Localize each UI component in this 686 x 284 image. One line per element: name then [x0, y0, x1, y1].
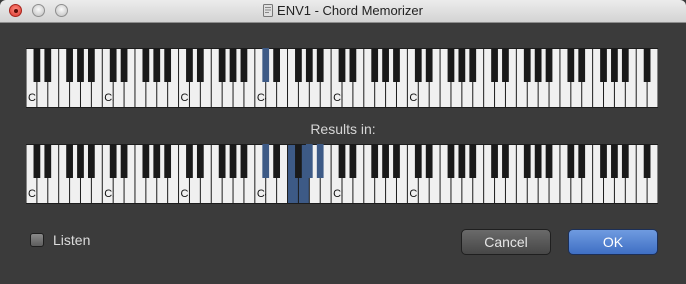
result-black-key-f-sharp6[interactable]	[447, 144, 455, 178]
source-black-key-d-sharp4[interactable]	[273, 48, 280, 82]
source-black-key-f-sharp5[interactable]	[371, 48, 379, 82]
result-black-key-f-sharp1[interactable]	[66, 144, 73, 178]
source-black-key-c-sharp5[interactable]	[338, 48, 346, 82]
source-black-key-c-sharp2[interactable]	[109, 48, 117, 82]
source-chord-keyboard[interactable]: C1 C2 C3 C4 C5 C6	[26, 48, 658, 108]
result-chord-keyboard[interactable]: C1 C2 C3 C4 C5 C6	[26, 144, 658, 204]
result-black-key-g-sharp8[interactable]	[611, 144, 618, 178]
result-black-key-d-sharp1[interactable]	[44, 144, 52, 178]
source-black-key-c-sharp9[interactable]	[643, 48, 651, 82]
source-black-key-g-sharp4[interactable]	[305, 48, 313, 82]
result-black-key-d-sharp6[interactable]	[425, 144, 433, 178]
source-black-key-f-sharp3[interactable]	[218, 48, 226, 82]
result-black-key-f-sharp3[interactable]	[218, 144, 226, 178]
result-black-key-d-sharp8[interactable]	[578, 144, 586, 178]
result-black-key-a-sharp2[interactable]	[164, 144, 172, 178]
result-black-key-c-sharp4[interactable]	[262, 144, 270, 178]
source-black-key-g-sharp3[interactable]	[229, 48, 237, 82]
source-black-key-f-sharp4[interactable]	[295, 48, 302, 82]
result-black-key-c-sharp2[interactable]	[109, 144, 117, 178]
result-black-key-c-sharp8[interactable]	[567, 144, 575, 178]
source-black-key-f-sharp1[interactable]	[66, 48, 73, 82]
source-black-key-a-sharp4[interactable]	[316, 48, 324, 82]
source-black-key-g-sharp2[interactable]	[153, 48, 161, 82]
result-black-key-f-sharp7[interactable]	[523, 144, 531, 178]
result-black-key-d-sharp4[interactable]	[273, 144, 280, 178]
source-black-key-a-sharp2[interactable]	[164, 48, 172, 82]
source-black-key-c-sharp1[interactable]	[33, 48, 41, 82]
window-title: ENV1 - Chord Memorizer	[277, 3, 423, 18]
title-bar: ENV1 - Chord Memorizer	[0, 0, 686, 23]
result-black-key-g-sharp3[interactable]	[229, 144, 237, 178]
result-black-key-g-sharp1[interactable]	[77, 144, 84, 178]
source-black-key-d-sharp7[interactable]	[502, 48, 509, 82]
source-black-key-c-sharp8[interactable]	[567, 48, 575, 82]
result-black-key-d-sharp5[interactable]	[349, 144, 357, 178]
result-black-key-d-sharp3[interactable]	[196, 144, 204, 178]
result-black-key-f-sharp8[interactable]	[600, 144, 607, 178]
source-black-key-g-sharp8[interactable]	[611, 48, 618, 82]
result-black-key-f-sharp4[interactable]	[295, 144, 302, 178]
result-black-key-c-sharp3[interactable]	[186, 144, 193, 178]
result-black-key-c-sharp7[interactable]	[491, 144, 498, 178]
listen-control[interactable]: Listen	[30, 232, 90, 248]
result-black-key-f-sharp2[interactable]	[142, 144, 150, 178]
listen-label: Listen	[53, 232, 91, 248]
document-icon	[263, 4, 274, 17]
source-black-key-c-sharp7[interactable]	[491, 48, 498, 82]
source-black-key-a-sharp7[interactable]	[545, 48, 553, 82]
source-black-key-f-sharp7[interactable]	[523, 48, 531, 82]
listen-checkbox[interactable]	[30, 233, 44, 247]
source-black-key-f-sharp8[interactable]	[600, 48, 607, 82]
result-black-key-a-sharp1[interactable]	[88, 144, 95, 178]
results-label: Results in:	[310, 121, 376, 137]
result-black-key-d-sharp2[interactable]	[120, 144, 128, 178]
source-black-key-f-sharp2[interactable]	[142, 48, 150, 82]
source-black-key-c-sharp3[interactable]	[186, 48, 193, 82]
result-black-key-d-sharp7[interactable]	[502, 144, 509, 178]
source-black-key-f-sharp6[interactable]	[447, 48, 455, 82]
result-black-key-a-sharp3[interactable]	[240, 144, 248, 178]
result-black-key-g-sharp6[interactable]	[458, 144, 466, 178]
source-black-key-a-sharp1[interactable]	[88, 48, 95, 82]
source-black-key-a-sharp6[interactable]	[469, 48, 477, 82]
source-black-key-g-sharp1[interactable]	[77, 48, 84, 82]
result-black-key-g-sharp2[interactable]	[153, 144, 161, 178]
cancel-button[interactable]: Cancel	[461, 229, 551, 255]
source-black-key-a-sharp5[interactable]	[393, 48, 400, 82]
result-black-key-c-sharp6[interactable]	[414, 144, 422, 178]
source-black-key-d-sharp1[interactable]	[44, 48, 52, 82]
result-black-key-a-sharp7[interactable]	[545, 144, 553, 178]
source-black-key-a-sharp8[interactable]	[621, 48, 629, 82]
source-black-key-g-sharp6[interactable]	[458, 48, 466, 82]
result-black-key-a-sharp5[interactable]	[393, 144, 400, 178]
result-black-key-f-sharp5[interactable]	[371, 144, 379, 178]
ok-button[interactable]: OK	[568, 229, 658, 255]
chord-memorizer-window: ENV1 - Chord Memorizer C1 C2 C3 C4 C5 C6 Resu…	[0, 0, 686, 284]
source-black-key-a-sharp3[interactable]	[240, 48, 248, 82]
result-black-key-g-sharp7[interactable]	[534, 144, 542, 178]
result-black-key-c-sharp9[interactable]	[643, 144, 651, 178]
result-black-key-c-sharp1[interactable]	[33, 144, 41, 178]
source-black-key-c-sharp6[interactable]	[414, 48, 422, 82]
result-black-key-g-sharp4[interactable]	[305, 144, 313, 178]
result-black-key-c-sharp5[interactable]	[338, 144, 346, 178]
source-black-key-d-sharp5[interactable]	[349, 48, 357, 82]
source-black-key-d-sharp3[interactable]	[196, 48, 204, 82]
result-black-key-a-sharp6[interactable]	[469, 144, 477, 178]
source-black-key-d-sharp2[interactable]	[120, 48, 128, 82]
result-black-key-g-sharp5[interactable]	[382, 144, 389, 178]
source-black-key-d-sharp6[interactable]	[425, 48, 433, 82]
source-black-key-c-sharp4[interactable]	[262, 48, 270, 82]
source-black-key-g-sharp7[interactable]	[534, 48, 542, 82]
result-black-key-a-sharp8[interactable]	[621, 144, 629, 178]
window-title-area: ENV1 - Chord Memorizer	[0, 3, 686, 18]
source-black-key-g-sharp5[interactable]	[382, 48, 389, 82]
source-black-key-d-sharp8[interactable]	[578, 48, 586, 82]
result-black-key-a-sharp4[interactable]	[316, 144, 324, 178]
